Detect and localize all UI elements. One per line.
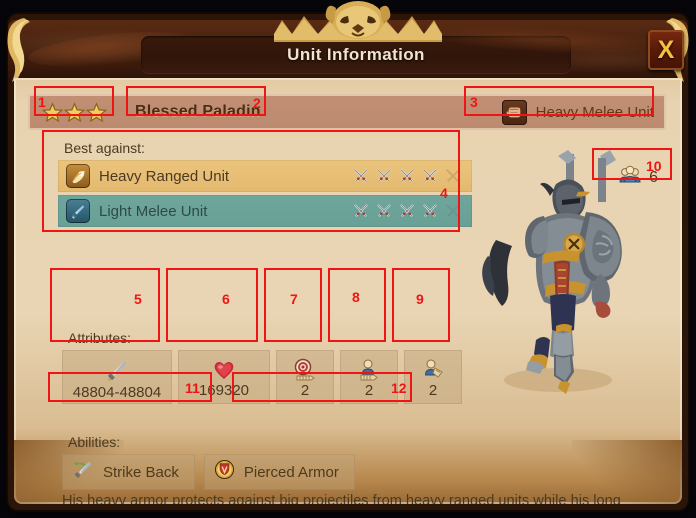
crossed-swords-icon <box>423 204 437 217</box>
attribute-movement: 2 <box>340 350 398 404</box>
attack-unit-icon <box>421 358 445 382</box>
attribute-attacks: 2 <box>404 350 462 404</box>
movement-icon <box>357 358 381 382</box>
ability-label: Pierced Armor <box>243 463 339 481</box>
crossed-swords-icon <box>354 204 368 217</box>
attributes-section: Attributes: 48804-48804 169320 2 2 2 <box>62 330 462 404</box>
crossed-swords-icon <box>354 169 368 182</box>
best-against-section: Best against: Heavy Ranged Unit Light Me… <box>58 140 472 236</box>
sword-icon <box>104 358 130 384</box>
corner-ornament-left-icon <box>2 16 36 82</box>
attribute-health: 169320 <box>178 350 270 404</box>
abilities-section: Abilities: Strike Back Pierced Armor <box>62 434 355 490</box>
close-button[interactable]: X <box>648 30 684 70</box>
star-icon <box>64 101 85 122</box>
window-body: Blessed Paladin Heavy Melee Unit Best ag… <box>14 78 682 504</box>
star-icon <box>86 101 107 122</box>
best-against-rating <box>352 168 462 184</box>
unit-portrait <box>458 144 658 404</box>
attribute-range: 2 <box>276 350 334 404</box>
attributes-title: Attributes: <box>68 330 132 346</box>
unit-description: His heavy armor protects against big pro… <box>62 493 621 504</box>
best-against-label: Light Melee Unit <box>99 202 208 220</box>
unit-name: Blessed Paladin <box>135 103 261 120</box>
fist-icon <box>501 99 527 125</box>
unit-type-label: Heavy Melee Unit <box>535 103 654 121</box>
target-range-icon <box>293 358 317 382</box>
best-against-title: Best against: <box>64 140 145 156</box>
crossed-swords-icon <box>400 204 414 217</box>
heart-icon <box>212 358 236 382</box>
star-icon <box>42 101 63 122</box>
best-against-rating <box>352 203 462 219</box>
crossed-swords-icon <box>400 169 414 182</box>
unit-header-row: Blessed Paladin Heavy Melee Unit <box>28 94 666 130</box>
best-against-row-light-melee[interactable]: Light Melee Unit <box>58 195 472 227</box>
best-against-label: Heavy Ranged Unit <box>99 167 230 185</box>
unit-type-badge: Heavy Melee Unit <box>501 99 654 125</box>
strike-back-icon <box>72 460 94 485</box>
abilities-title: Abilities: <box>68 434 121 450</box>
ability-label: Strike Back <box>103 463 179 481</box>
ability-pierced-armor[interactable]: Pierced Armor <box>203 454 355 490</box>
attribute-value: 2 <box>428 382 438 399</box>
window-title: Unit Information <box>287 44 425 64</box>
pierced-armor-icon <box>214 459 235 485</box>
projectile-icon <box>66 164 90 188</box>
lion-head-crest-icon <box>268 0 448 42</box>
crossed-swords-icon <box>377 204 391 217</box>
attribute-damage: 48804-48804 <box>62 350 172 404</box>
attribute-value: 48804-48804 <box>72 384 162 401</box>
best-against-row-heavy-ranged[interactable]: Heavy Ranged Unit <box>58 160 472 192</box>
ability-strike-back[interactable]: Strike Back <box>62 454 195 490</box>
attribute-value: 2 <box>300 382 310 399</box>
crossed-swords-icon <box>423 169 437 182</box>
unit-information-window: Unit Information X Blessed Paladin Heavy… <box>7 1 689 510</box>
close-icon: X <box>657 35 675 64</box>
attribute-value: 169320 <box>198 382 250 399</box>
unit-star-rating <box>42 101 107 123</box>
game-window-screen: Unit Information X Blessed Paladin Heavy… <box>0 0 696 518</box>
attribute-value: 2 <box>364 382 374 399</box>
crossed-swords-icon <box>377 169 391 182</box>
blue-sword-icon <box>66 199 90 223</box>
